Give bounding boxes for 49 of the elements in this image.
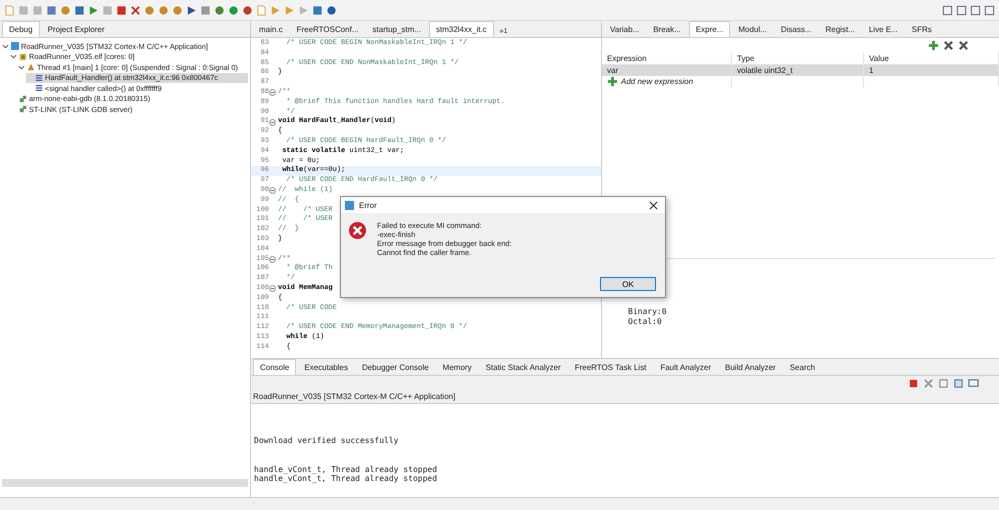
view-tab[interactable]: Live E...: [862, 22, 904, 37]
view-tab[interactable]: SFRs: [906, 22, 938, 37]
display-icon[interactable]: [968, 378, 979, 388]
view-tab[interactable]: Disass...: [774, 22, 818, 37]
error-icon: [348, 221, 367, 240]
editor-tab[interactable]: stm32l4xx_it.c: [428, 21, 494, 37]
editor-tab[interactable]: main.c: [253, 22, 289, 37]
add-icon[interactable]: [928, 40, 939, 50]
view-tab[interactable]: Regist...: [820, 22, 861, 37]
type-cell: volatile uint32_t: [732, 65, 864, 76]
remove-icon[interactable]: [943, 40, 954, 50]
column-header[interactable]: Expression: [602, 52, 732, 64]
console-title: RoadRunner_V035 [STM32 Cortex-M C/C++ Application]: [251, 390, 999, 404]
console-line: Download verified successfully: [254, 436, 400, 446]
view-tab[interactable]: Expre...: [688, 21, 730, 37]
view-tab[interactable]: Memory: [436, 360, 478, 375]
detail-value: Binary:0: [628, 307, 668, 316]
view-tab[interactable]: Debugger Console: [356, 360, 435, 375]
view-tab[interactable]: Project Explorer: [42, 22, 110, 37]
view-tab[interactable]: Break...: [647, 22, 687, 37]
view-tab[interactable]: Executables: [298, 360, 354, 375]
expression-cell[interactable]: var: [602, 65, 732, 76]
view-tab[interactable]: Fault Analyzer: [654, 360, 718, 375]
value-cell: 1: [864, 65, 999, 76]
view-tab[interactable]: Modul...: [732, 22, 773, 37]
add-icon: [607, 76, 618, 87]
editor-tab[interactable]: FreeRTOSConf...: [290, 22, 365, 37]
close-icon[interactable]: [648, 200, 659, 210]
view-tab[interactable]: Console: [253, 359, 296, 375]
view-tab[interactable]: Variab...: [604, 22, 646, 37]
add-expression-link[interactable]: Add new expression: [621, 76, 694, 87]
view-tab[interactable]: Static Stack Analyzer: [480, 360, 567, 375]
stop-icon[interactable]: [908, 378, 919, 388]
resume-icon[interactable]: [88, 4, 99, 16]
console-line: handle_vCont_t, Thread already stopped: [254, 474, 438, 484]
editor-tab[interactable]: startup_stm...: [366, 22, 427, 37]
detail-value: Octal:0: [628, 316, 663, 326]
column-header[interactable]: Type: [732, 52, 864, 64]
horizontal-scrollbar[interactable]: [2, 479, 248, 487]
view-tab[interactable]: Build Analyzer: [719, 360, 782, 375]
view-tab[interactable]: Search: [784, 360, 822, 375]
column-header[interactable]: Value: [864, 52, 999, 64]
view-tab[interactable]: Debug: [2, 21, 40, 37]
stop-icon[interactable]: [116, 4, 127, 16]
view-tab[interactable]: FreeRTOS Task List: [568, 360, 652, 375]
ok-button[interactable]: OK: [600, 277, 656, 291]
console-line: handle_vCont_t, Thread already stopped: [254, 464, 438, 474]
dialog-title: Error: [359, 200, 377, 210]
new-file-icon[interactable]: [4, 4, 15, 16]
